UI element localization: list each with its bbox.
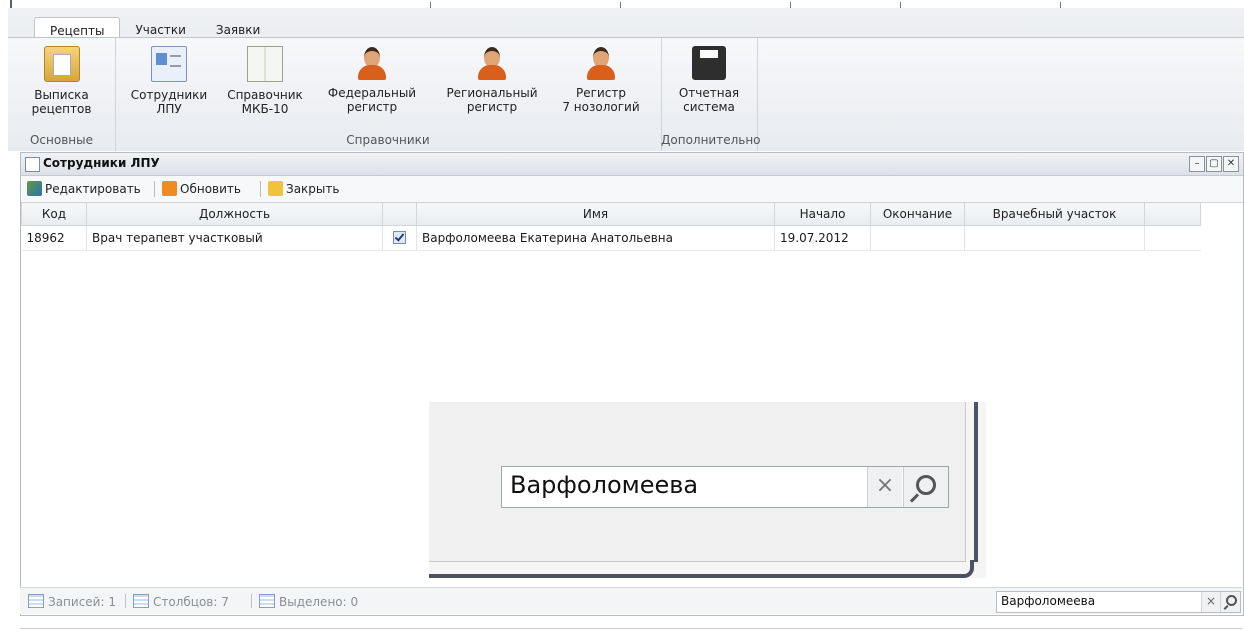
group-extra: Отчетная система Дополнительно bbox=[661, 38, 761, 151]
col-filler bbox=[1144, 202, 1201, 226]
nosology-label-2: 7 нозологий bbox=[562, 100, 640, 114]
eject-icon bbox=[268, 181, 283, 196]
left-edge bbox=[0, 0, 12, 638]
window-toolbar: Редактировать Обновить Закрыть bbox=[21, 176, 1243, 203]
id-card-icon bbox=[151, 46, 187, 82]
nosology-label-1: Регистр bbox=[576, 86, 626, 100]
close-label: Закрыть bbox=[286, 182, 340, 196]
table-header: Код Должность Имя Начало Окончание Враче… bbox=[21, 202, 1201, 226]
reporting-label-1: Отчетная bbox=[678, 86, 740, 100]
group-basic-label: Основные bbox=[29, 133, 93, 147]
staff-button[interactable]: Сотрудники ЛПУ bbox=[115, 46, 223, 116]
group-refs-label: Справочники bbox=[346, 133, 430, 147]
mkb10-label-1: Справочник bbox=[227, 88, 303, 102]
edit-label: Редактировать bbox=[45, 182, 141, 196]
search-input[interactable]: Варфоломеева × bbox=[996, 591, 1241, 613]
col-position[interactable]: Должность bbox=[86, 202, 383, 226]
reporting-label-2: система bbox=[683, 100, 735, 114]
cell-check bbox=[382, 225, 417, 251]
window-header: Сотрудники ЛПУ – ▢ ✕ bbox=[21, 153, 1243, 176]
person-icon bbox=[475, 46, 509, 80]
regional-label-2: регистр bbox=[466, 100, 518, 114]
refresh-button[interactable]: Обновить bbox=[162, 180, 241, 198]
search-icon[interactable] bbox=[903, 467, 948, 507]
zoom-frame-right bbox=[966, 402, 978, 562]
col-end[interactable]: Окончание bbox=[870, 202, 965, 226]
mkb10-button[interactable]: Справочник МКБ-10 bbox=[223, 46, 307, 116]
book-icon bbox=[25, 157, 40, 172]
nosology-register-button[interactable]: Регистр 7 нозологий bbox=[547, 46, 655, 114]
columns-label: Столбцов: 7 bbox=[153, 595, 229, 609]
refresh-icon bbox=[162, 181, 177, 196]
cell-code: 18962 bbox=[21, 225, 87, 251]
col-start[interactable]: Начало bbox=[774, 202, 871, 226]
staff-table: Код Должность Имя Начало Окончание Враче… bbox=[21, 202, 1201, 251]
person-icon bbox=[584, 46, 618, 80]
grid-icon bbox=[133, 594, 149, 608]
refresh-label: Обновить bbox=[180, 182, 241, 196]
prescribe-button[interactable]: Выписка рецептов bbox=[8, 46, 115, 116]
cell-position: Врач терапевт участковый bbox=[86, 225, 383, 251]
records-label: Записей: 1 bbox=[48, 595, 116, 609]
staff-label-2: ЛПУ bbox=[156, 102, 182, 116]
zoom-search-input[interactable]: Варфоломеева × bbox=[501, 466, 949, 508]
col-check[interactable] bbox=[382, 202, 417, 226]
grid-icon bbox=[28, 594, 44, 608]
close-button[interactable]: Закрыть bbox=[268, 180, 339, 198]
group-refs: Сотрудники ЛПУ Справочник МКБ-10 Федерал… bbox=[115, 38, 662, 151]
mkb10-label-2: МКБ-10 bbox=[241, 102, 289, 116]
col-code[interactable]: Код bbox=[21, 202, 87, 226]
printer-icon bbox=[692, 46, 726, 80]
federal-register-button[interactable]: Федеральный регистр bbox=[307, 46, 437, 114]
book-icon bbox=[247, 46, 283, 82]
ribbon-body: Выписка рецептов Основные Сотрудники ЛПУ… bbox=[8, 37, 1244, 151]
prescribe-label-2: рецептов bbox=[31, 102, 92, 116]
col-district[interactable]: Врачебный участок bbox=[964, 202, 1145, 226]
minimize-icon[interactable]: – bbox=[1189, 156, 1205, 172]
search-value: Варфоломеева bbox=[1001, 594, 1096, 608]
group-basic: Выписка рецептов Основные bbox=[8, 38, 116, 151]
zoom-search-value: Варфоломеева bbox=[510, 471, 699, 499]
zoom-inset: Варфоломеева × bbox=[429, 402, 986, 578]
federal-label-2: регистр bbox=[346, 100, 398, 114]
cell-start: 19.07.2012 bbox=[774, 225, 871, 251]
cell-district bbox=[964, 225, 1145, 251]
status-bar: Записей: 1 Столбцов: 7 Выделено: 0 Варфо… bbox=[20, 587, 1242, 614]
group-extra-label: Дополнительно bbox=[661, 133, 761, 147]
table-row[interactable]: 18962 Врач терапевт участковый Варфоломе… bbox=[21, 225, 1201, 251]
clipboard-icon bbox=[43, 46, 80, 82]
grid-icon bbox=[259, 594, 275, 608]
bottom-divider bbox=[20, 628, 1242, 629]
staff-label-1: Сотрудники bbox=[130, 88, 208, 102]
federal-label-1: Федеральный bbox=[327, 86, 417, 100]
person-icon bbox=[355, 46, 389, 80]
clear-icon[interactable]: × bbox=[1201, 592, 1220, 612]
col-name[interactable]: Имя bbox=[416, 202, 775, 226]
window-title: Сотрудники ЛПУ bbox=[43, 156, 160, 170]
clear-icon[interactable]: × bbox=[867, 467, 902, 507]
restore-icon[interactable]: ▢ bbox=[1206, 156, 1222, 172]
prescribe-label-1: Выписка bbox=[34, 88, 89, 102]
edit-icon bbox=[27, 181, 42, 196]
top-marks bbox=[430, 0, 1070, 8]
cell-filler bbox=[1144, 225, 1201, 251]
zoom-frame-bottom bbox=[429, 560, 974, 578]
records-count: Записей: 1 bbox=[28, 594, 116, 609]
cell-end bbox=[870, 225, 965, 251]
regional-label-1: Региональный bbox=[446, 86, 538, 100]
edit-button[interactable]: Редактировать bbox=[27, 180, 141, 198]
search-icon[interactable] bbox=[1220, 592, 1240, 612]
selected-label: Выделено: 0 bbox=[279, 595, 359, 609]
regional-register-button[interactable]: Региональный регистр bbox=[437, 46, 547, 114]
reporting-button[interactable]: Отчетная система bbox=[661, 46, 757, 114]
close-icon[interactable]: ✕ bbox=[1223, 156, 1239, 172]
selected-count: Выделено: 0 bbox=[259, 594, 358, 609]
columns-count: Столбцов: 7 bbox=[133, 594, 229, 609]
checkbox[interactable] bbox=[393, 231, 406, 244]
cell-name: Варфоломеева Екатерина Анатольевна bbox=[416, 225, 775, 251]
